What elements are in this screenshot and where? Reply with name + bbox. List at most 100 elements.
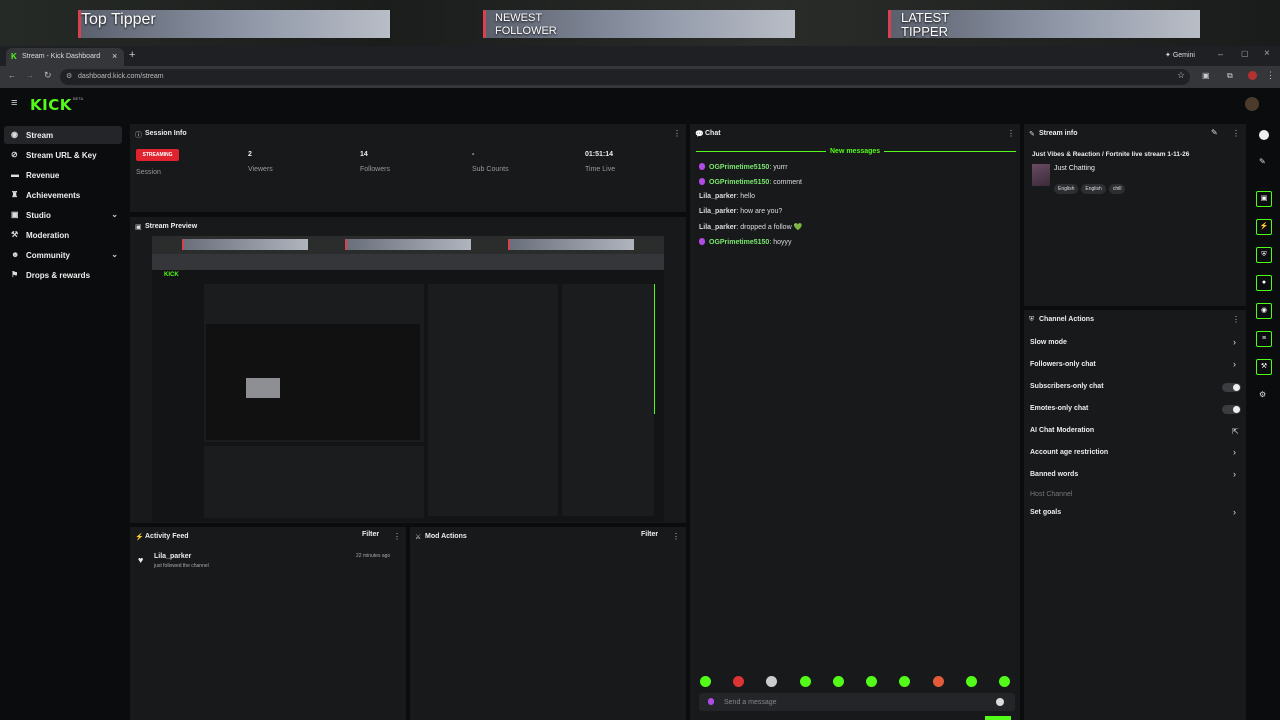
- info-rail-icon[interactable]: [1259, 130, 1269, 140]
- emote-button[interactable]: [966, 676, 977, 687]
- chevron-right-icon[interactable]: ›: [1233, 507, 1236, 517]
- chat-username[interactable]: OGPrimetime5150: [709, 239, 769, 246]
- channel-actions-menu-icon[interactable]: ⋮: [1232, 315, 1240, 324]
- category-name[interactable]: Just Chatting: [1054, 165, 1095, 172]
- maximize-icon[interactable]: ▢: [1241, 49, 1249, 58]
- revenue-icon: ▬: [11, 170, 19, 179]
- rail-chat-button[interactable]: ●: [1256, 275, 1272, 291]
- emoji-picker-icon[interactable]: [996, 698, 1004, 706]
- chevron-right-icon[interactable]: ›: [1233, 447, 1236, 457]
- ai-moderation-row[interactable]: AI Chat Moderation: [1030, 427, 1094, 434]
- sidebar-item-stream[interactable]: ◉ Stream: [4, 126, 122, 144]
- emote-button[interactable]: [999, 676, 1010, 687]
- beta-tag: BETA: [73, 96, 84, 101]
- sidebar-item-achievements[interactable]: ♜ Achievements: [4, 186, 122, 204]
- activity-feed-panel: ⚡ Activity Feed Filter ⋮ ♥ Lila_parker j…: [130, 527, 406, 720]
- emotes-only-toggle[interactable]: [1222, 405, 1241, 414]
- bookmark-icon[interactable]: ☆: [1177, 70, 1185, 81]
- back-icon[interactable]: ←: [8, 71, 16, 80]
- host-channel-row[interactable]: Host Channel: [1030, 491, 1072, 498]
- close-tab-icon[interactable]: ×: [112, 51, 117, 61]
- category-thumbnail[interactable]: [1032, 164, 1050, 186]
- sidebar-item-label: Achievements: [26, 191, 81, 200]
- chat-input-box[interactable]: Send a message: [699, 693, 1015, 711]
- activity-menu-icon[interactable]: ⋮: [393, 532, 401, 541]
- followers-only-row[interactable]: Followers-only chat: [1030, 361, 1096, 368]
- sidebar-item-community[interactable]: ☻ Community ⌄: [4, 246, 122, 264]
- sidebar-item-stream-url-key[interactable]: ⊘ Stream URL & Key: [4, 146, 122, 164]
- emote-button[interactable]: [766, 676, 777, 687]
- tag[interactable]: chill: [1108, 184, 1126, 194]
- age-restriction-row[interactable]: Account age restriction: [1030, 449, 1108, 456]
- emote-button[interactable]: [700, 676, 711, 687]
- browser-menu-icon[interactable]: ⋮: [1266, 70, 1275, 81]
- sidebar-item-label: Studio: [26, 211, 51, 220]
- sidebar-item-revenue[interactable]: ▬ Revenue: [4, 166, 122, 184]
- set-goals-row[interactable]: Set goals: [1030, 509, 1061, 516]
- site-info-icon[interactable]: ⚙: [66, 72, 72, 80]
- mod-filter-button[interactable]: Filter: [641, 531, 658, 538]
- chat-username[interactable]: OGPrimetime5150: [709, 179, 769, 186]
- gemini-button[interactable]: ✦ Gemini: [1165, 51, 1195, 59]
- slow-mode-row[interactable]: Slow mode: [1030, 339, 1067, 346]
- mod-menu-icon[interactable]: ⋮: [672, 532, 680, 541]
- emote-button[interactable]: [833, 676, 844, 687]
- browser-tab[interactable]: K Stream - Kick Dashboard ×: [6, 48, 124, 66]
- chat-text: how are you?: [738, 208, 783, 215]
- profile-avatar[interactable]: [1248, 71, 1257, 80]
- emote-button[interactable]: [933, 676, 944, 687]
- chat-username[interactable]: Lila_parker: [699, 224, 736, 231]
- chat-menu-icon[interactable]: ⋮: [1007, 129, 1015, 138]
- rail-stream-button[interactable]: ▣: [1256, 191, 1272, 207]
- send-button[interactable]: [985, 716, 1011, 720]
- emote-button[interactable]: [866, 676, 877, 687]
- chevron-right-icon[interactable]: ›: [1233, 359, 1236, 369]
- rail-bolt-button[interactable]: ⚡: [1256, 219, 1272, 235]
- chat-username[interactable]: OGPrimetime5150: [709, 164, 769, 171]
- session-menu-icon[interactable]: ⋮: [673, 129, 681, 138]
- minimize-icon[interactable]: –: [1218, 49, 1223, 59]
- activity-filter-button[interactable]: Filter: [362, 531, 379, 538]
- pencil-rail-icon[interactable]: ✎: [1259, 157, 1266, 166]
- forward-icon[interactable]: →: [26, 71, 34, 80]
- reload-icon[interactable]: ↻: [44, 70, 52, 81]
- tag[interactable]: English: [1054, 184, 1079, 194]
- emote-button[interactable]: [899, 676, 910, 687]
- close-window-icon[interactable]: ×: [1264, 48, 1270, 59]
- user-avatar[interactable]: [1245, 97, 1259, 111]
- chat-username[interactable]: Lila_parker: [699, 208, 736, 215]
- external-link-icon[interactable]: ⇱: [1232, 427, 1239, 436]
- hamburger-menu-icon[interactable]: ≡: [11, 97, 17, 109]
- new-tab-icon[interactable]: +: [129, 49, 135, 61]
- chat-title: Chat: [705, 130, 721, 137]
- subscribers-only-toggle[interactable]: [1222, 383, 1241, 392]
- gemini-label: Gemini: [1172, 52, 1195, 59]
- rail-shield-button[interactable]: ⛨: [1256, 247, 1272, 263]
- rail-layers-button[interactable]: ≡: [1256, 331, 1272, 347]
- activity-user[interactable]: Lila_parker: [154, 553, 191, 560]
- sidebar-item-label: Moderation: [26, 231, 70, 240]
- tab-search-icon[interactable]: ▣: [1202, 71, 1210, 80]
- stream-info-menu-icon[interactable]: ⋮: [1232, 129, 1240, 138]
- chat-username[interactable]: Lila_parker: [699, 193, 736, 200]
- chat-text: hoyyy: [771, 239, 792, 246]
- kick-logo[interactable]: KICK: [30, 96, 72, 114]
- rail-broadcast-button[interactable]: ◉: [1256, 303, 1272, 319]
- edit-icon[interactable]: ✎: [1211, 128, 1218, 137]
- url-input[interactable]: ⚙ dashboard.kick.com/stream: [60, 69, 1190, 85]
- chevron-right-icon[interactable]: ›: [1233, 337, 1236, 347]
- extensions-icon[interactable]: ⧉: [1227, 71, 1233, 81]
- chevron-right-icon[interactable]: ›: [1233, 469, 1236, 479]
- mic-icon: [699, 238, 705, 245]
- emote-button[interactable]: [800, 676, 811, 687]
- sidebar-item-moderation[interactable]: ⚒ Moderation: [4, 226, 122, 244]
- banned-words-row[interactable]: Banned words: [1030, 471, 1078, 478]
- settings-rail-icon[interactable]: ⚙: [1259, 390, 1266, 399]
- stream-preview-video[interactable]: KICK: [152, 236, 664, 522]
- tag[interactable]: English: [1081, 184, 1106, 194]
- rail-wrench-button[interactable]: ⚒: [1256, 359, 1272, 375]
- sidebar-item-drops-rewards[interactable]: ⚑ Drops & rewards: [4, 266, 122, 284]
- chat-message: Lila_parker: hello: [699, 193, 756, 200]
- sidebar-item-studio[interactable]: ▣ Studio ⌄: [4, 206, 122, 224]
- emote-button[interactable]: [733, 676, 744, 687]
